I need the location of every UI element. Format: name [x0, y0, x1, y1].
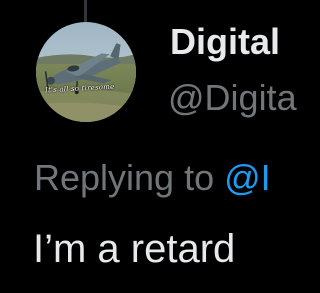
tweet-text: I’m a retard — [33, 227, 236, 271]
thread-connector-line — [84, 0, 87, 22]
display-name[interactable]: Digital — [170, 20, 280, 64]
replying-to-mention-link[interactable]: @I — [224, 157, 271, 198]
replying-to-label: Replying to — [34, 157, 225, 198]
avatar[interactable]: It's all so tiresome — [36, 22, 136, 122]
avatar-image — [36, 22, 136, 122]
replying-to-line: Replying to @I — [34, 156, 271, 200]
user-handle[interactable]: @Digita — [168, 76, 297, 120]
